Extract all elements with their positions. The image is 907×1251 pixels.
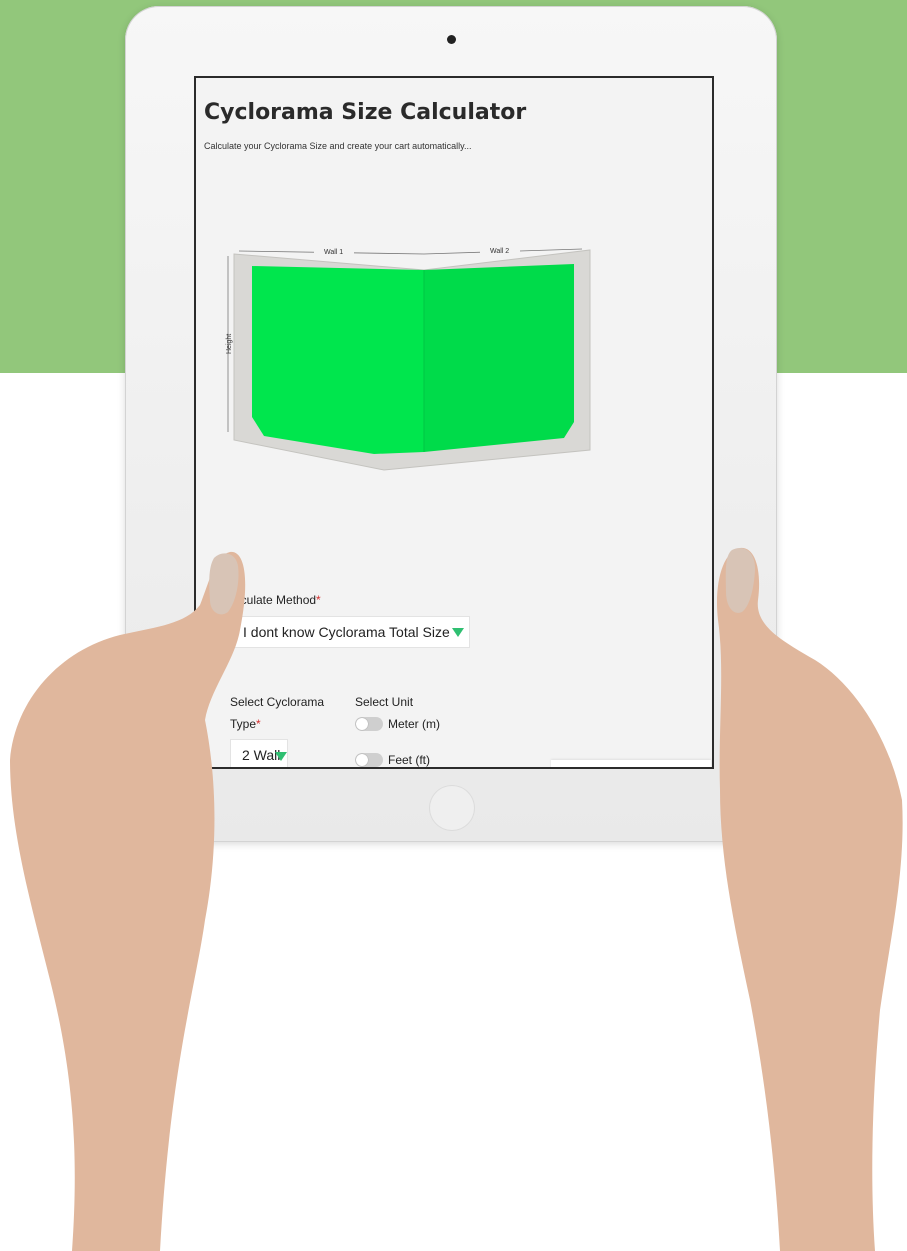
toggle-knob [356, 718, 368, 730]
toggle-knob [356, 754, 368, 766]
meter-toggle[interactable] [355, 717, 383, 731]
page-title: Cyclorama Size Calculator [204, 100, 527, 125]
wall2-label: Wall 2 [490, 248, 509, 255]
green-screen-wall1 [252, 266, 424, 454]
height-label: Height [226, 334, 233, 354]
right-hand [716, 547, 903, 1251]
cyclorama-diagram: Wall 1 Wall 2 Height [226, 244, 591, 471]
left-hand [10, 551, 246, 1251]
meter-option-label: Meter (m) [388, 717, 440, 731]
camera-icon [447, 35, 456, 44]
page-subtitle: Calculate your Cyclorama Size and create… [204, 141, 472, 151]
green-screen-wall2 [424, 264, 574, 452]
feet-option-label: Feet (ft) [388, 753, 431, 767]
select-unit-label: Select Unit [355, 695, 414, 709]
feet-toggle[interactable] [355, 753, 383, 767]
home-button-icon[interactable] [429, 785, 475, 831]
dropdown-arrow-icon[interactable] [452, 628, 464, 637]
wall1-label: Wall 1 [324, 249, 343, 256]
